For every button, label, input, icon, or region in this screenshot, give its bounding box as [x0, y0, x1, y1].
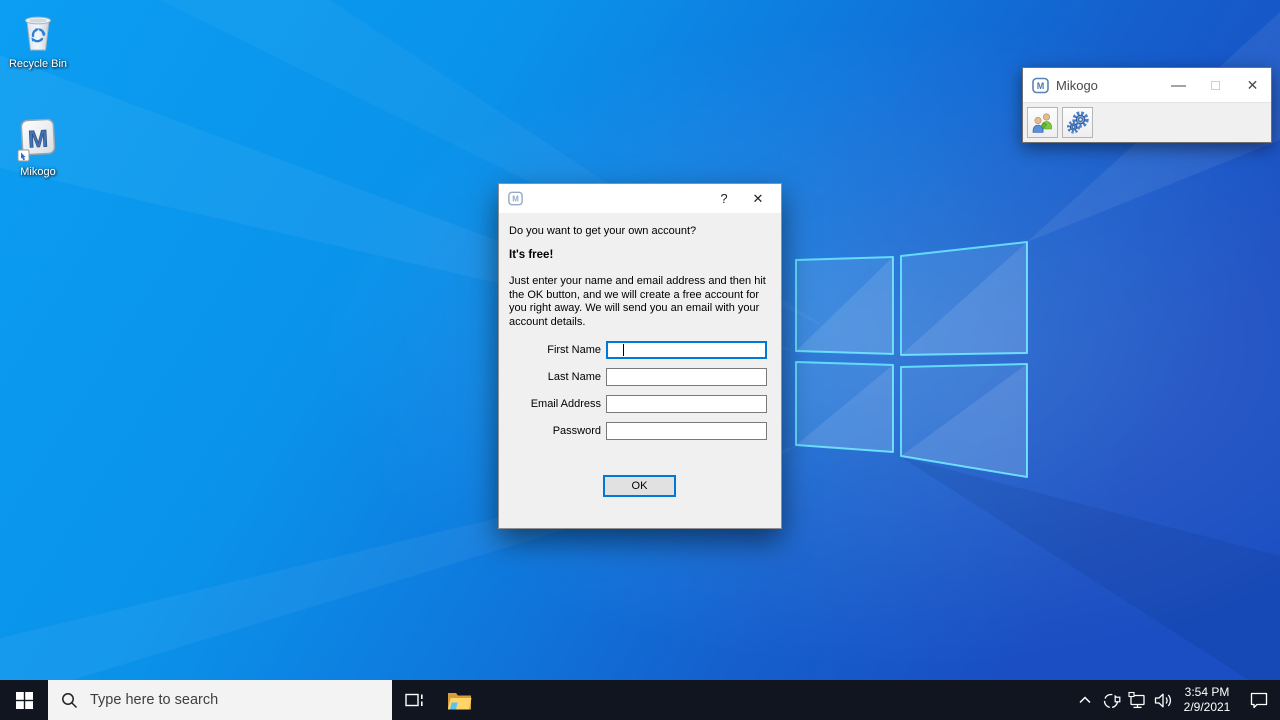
mikogo-window-title: Mikogo	[1056, 78, 1098, 93]
last-name-field[interactable]	[606, 368, 767, 386]
email-address-field[interactable]	[606, 395, 767, 413]
chevron-up-icon	[1078, 694, 1092, 706]
meet-now-icon	[1102, 691, 1121, 710]
account-dialog: M ? ✕ Do you want to get your own accoun…	[498, 183, 782, 529]
desktop-icon-recycle-bin[interactable]: Recycle Bin	[0, 8, 76, 71]
taskbar-clock[interactable]: 3:54 PM 2/9/2021	[1176, 680, 1238, 720]
action-center-button[interactable]	[1238, 680, 1280, 720]
start-button[interactable]	[0, 680, 48, 720]
participants-button[interactable]	[1027, 107, 1058, 138]
mikogo-window: M Mikogo — ✕	[1022, 67, 1272, 143]
dialog-description: Just enter your name and email address a…	[509, 275, 773, 329]
mikogo-toolbar	[1023, 103, 1271, 142]
first-name-field[interactable]	[606, 341, 767, 359]
participants-icon	[1031, 111, 1055, 135]
form-row: Password	[509, 422, 770, 440]
mikogo-logo-icon: M	[1032, 77, 1049, 94]
desktop-icon-mikogo[interactable]: M Mikogo	[0, 116, 76, 179]
network-button[interactable]	[1124, 680, 1150, 720]
dialog-subheading: It's free!	[509, 249, 770, 261]
desktop-icon-label: Mikogo	[0, 166, 76, 179]
maximize-button[interactable]	[1197, 68, 1234, 102]
ok-button[interactable]: OK	[603, 475, 676, 497]
form-row: Last Name	[509, 368, 770, 386]
taskbar: 3:54 PM 2/9/2021	[0, 680, 1280, 720]
recycle-bin-icon	[16, 8, 60, 56]
hidden-icons-button[interactable]	[1072, 680, 1098, 720]
dialog-footer: OK	[509, 475, 770, 497]
clock-date: 2/9/2021	[1184, 700, 1231, 715]
svg-text:M: M	[27, 125, 48, 153]
task-view-icon	[405, 692, 424, 709]
form-row: Email Address	[509, 395, 770, 413]
svg-text:M: M	[512, 195, 519, 204]
svg-text:M: M	[1037, 81, 1045, 91]
system-tray: 3:54 PM 2/9/2021	[1072, 680, 1280, 720]
search-input[interactable]	[90, 692, 340, 708]
last-name-label: Last Name	[509, 371, 606, 383]
network-icon	[1128, 691, 1147, 710]
task-view-button[interactable]	[392, 680, 436, 720]
clock-time: 3:54 PM	[1185, 685, 1230, 700]
file-explorer-button[interactable]	[436, 680, 482, 720]
maximize-icon	[1211, 81, 1220, 90]
file-explorer-icon	[447, 690, 472, 711]
text-caret	[623, 344, 624, 356]
windows-desktop: Recycle Bin M Mikogo M Mikogo	[0, 0, 1280, 720]
meet-now-button[interactable]	[1098, 680, 1124, 720]
settings-gears-icon	[1066, 111, 1090, 135]
dialog-heading: Do you want to get your own account?	[509, 225, 770, 237]
windows-start-icon	[16, 692, 33, 709]
mikogo-logo-icon: M	[508, 191, 523, 206]
close-button[interactable]: ✕	[741, 185, 775, 213]
form-row: First Name	[509, 341, 770, 359]
email-address-label: Email Address	[509, 398, 606, 410]
mikogo-window-titlebar[interactable]: M Mikogo — ✕	[1023, 68, 1271, 103]
volume-button[interactable]	[1150, 680, 1176, 720]
taskbar-search[interactable]	[48, 680, 392, 720]
password-field[interactable]	[606, 422, 767, 440]
settings-button[interactable]	[1062, 107, 1093, 138]
close-button[interactable]: ✕	[1234, 68, 1271, 102]
search-icon	[61, 692, 78, 709]
password-label: Password	[509, 425, 606, 437]
dialog-titlebar[interactable]: M ? ✕	[499, 184, 781, 213]
action-center-icon	[1249, 691, 1269, 709]
dialog-body: Do you want to get your own account? It'…	[499, 213, 781, 497]
help-button[interactable]: ?	[707, 185, 741, 213]
volume-icon	[1153, 691, 1173, 710]
first-name-label: First Name	[509, 344, 606, 356]
desktop-icon-label: Recycle Bin	[0, 58, 76, 71]
mikogo-app-icon: M	[15, 116, 61, 164]
minimize-button[interactable]: —	[1160, 68, 1197, 102]
